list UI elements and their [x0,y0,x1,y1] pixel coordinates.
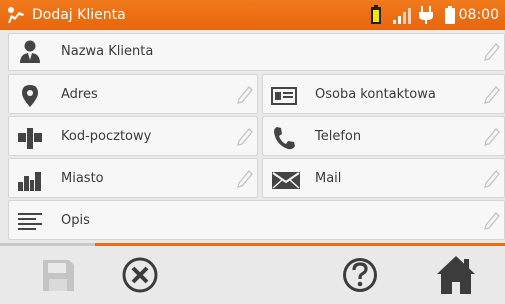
address-field[interactable]: Adres [8,74,258,114]
plug-icon [419,6,433,24]
person-icon [20,40,40,63]
pencil-icon[interactable] [237,170,253,188]
status-bar: Dodaj Klienta 08:00 [0,0,505,30]
address-label: Adres [61,87,98,102]
pencil-icon[interactable] [484,86,500,104]
pencil-icon[interactable] [237,86,253,104]
pencil-icon[interactable] [484,212,500,230]
contact-person-label: Osoba kontaktowa [315,87,436,102]
save-icon[interactable] [38,254,78,296]
mail-field[interactable]: Mail [262,158,505,198]
location-pin-icon [22,85,38,107]
city-field[interactable]: Miasto [8,158,258,198]
pencil-icon[interactable] [484,170,500,188]
page-title: Dodaj Klienta [32,7,126,23]
city-label: Miasto [61,171,104,186]
city-icon [18,172,41,191]
phone-icon [274,127,295,150]
contact-person-field[interactable]: Osoba kontaktowa [262,74,505,114]
battery-status-icon [445,6,455,24]
client-name-label: Nazwa Klienta [61,44,154,59]
bottom-toolbar [0,246,505,304]
clock: 08:00 [458,7,499,23]
battery-icon [371,5,381,24]
postal-code-label: Kod-pocztowy [61,129,152,144]
mail-label: Mail [315,171,342,186]
signal-icon [393,8,411,24]
description-label: Opis [61,213,90,228]
cancel-icon[interactable] [120,254,160,296]
text-lines-icon [18,213,42,230]
pencil-icon[interactable] [484,43,500,61]
help-icon[interactable] [340,254,380,296]
mailbox-icon [18,128,42,149]
pencil-icon[interactable] [484,128,500,146]
phone-field[interactable]: Telefon [262,116,505,156]
client-name-field[interactable]: Nazwa Klienta [8,33,505,71]
pencil-icon[interactable] [237,128,253,146]
envelope-icon [272,172,300,189]
description-field[interactable]: Opis [8,200,505,240]
postal-code-field[interactable]: Kod-pocztowy [8,116,258,156]
home-icon[interactable] [436,254,476,296]
phone-label: Telefon [315,129,362,144]
person-walk-icon [8,7,24,23]
contact-card-icon [271,87,297,105]
